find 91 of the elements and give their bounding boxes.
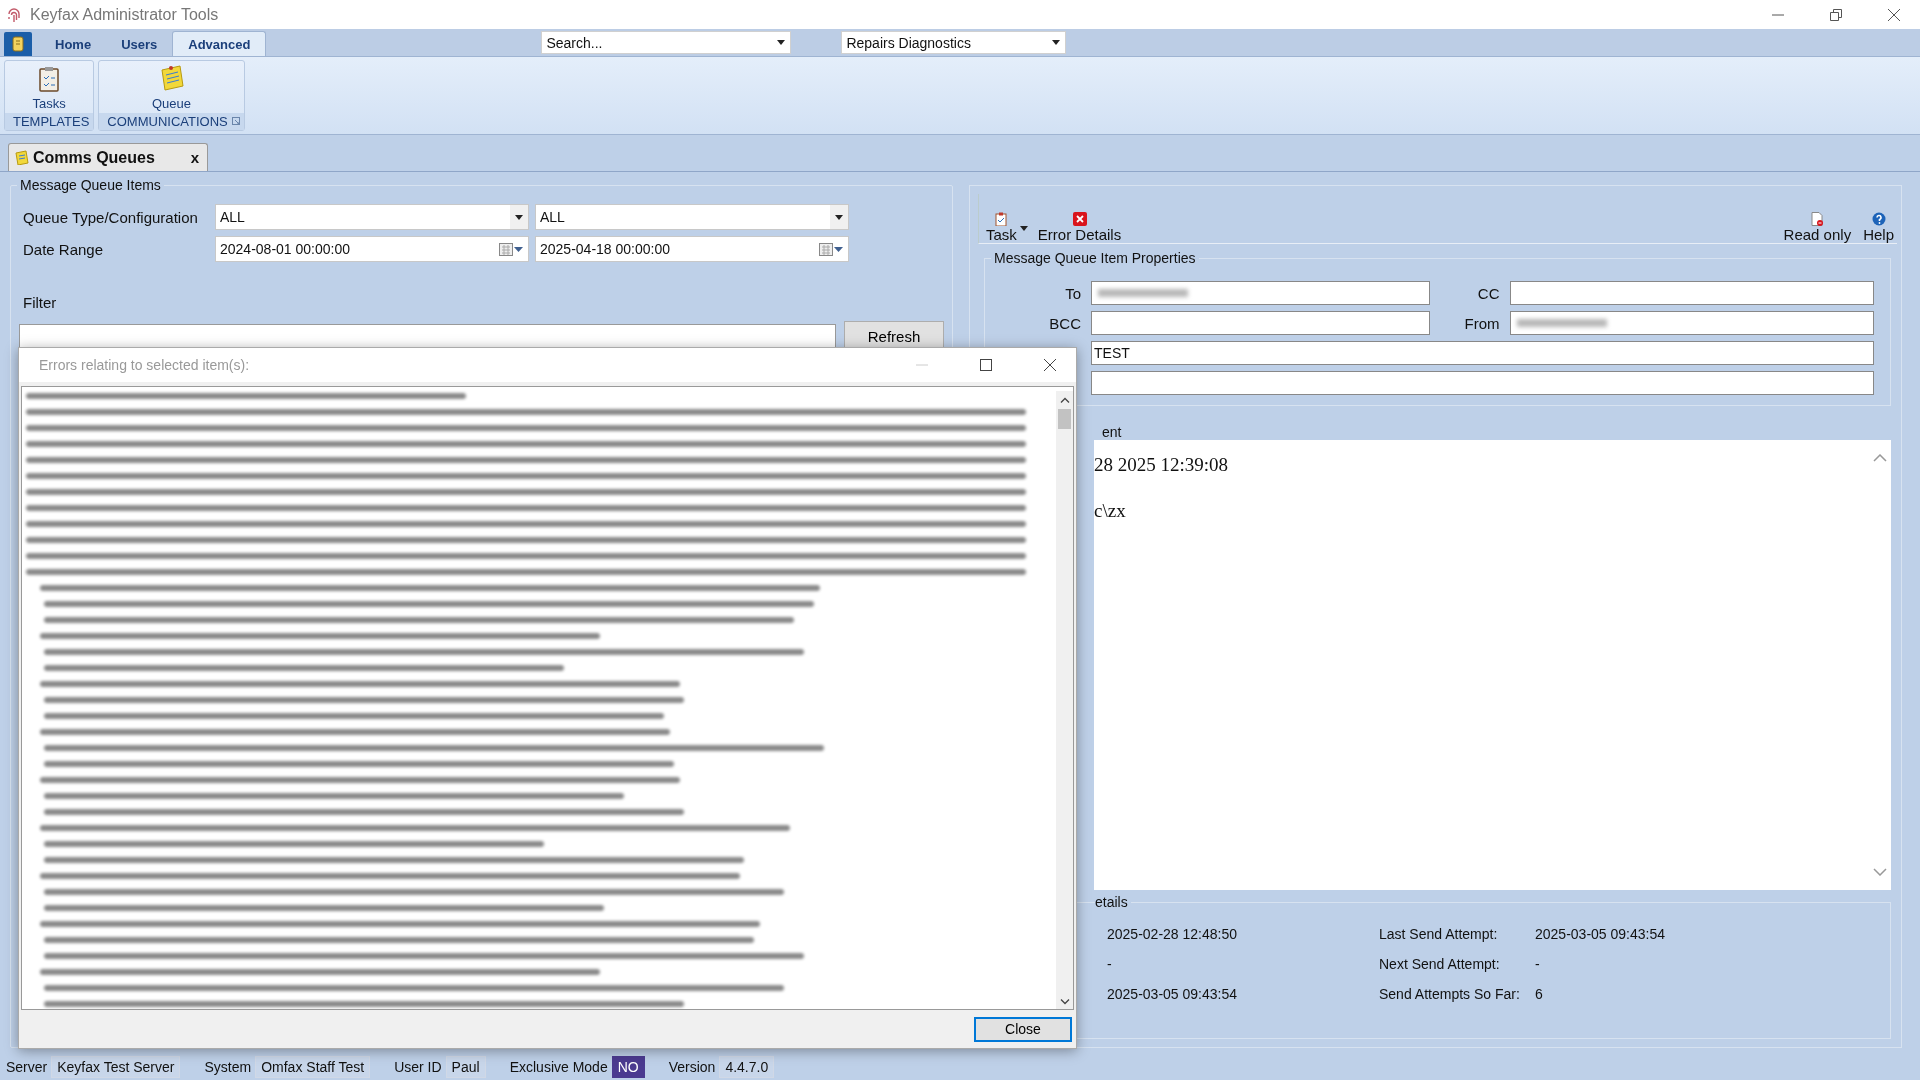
view-dropdown[interactable]: Repairs Diagnostics [841,31,1067,54]
status-label: User ID [394,1059,442,1075]
readonly-button[interactable]: Read only [1780,212,1855,243]
ribbon-tab[interactable]: Users [106,32,173,56]
group-title: ent [1102,424,1122,440]
error-button[interactable]: Error Details [1034,212,1125,243]
help-icon [1871,212,1886,226]
field-label: To [1064,284,1082,302]
calendar-icon [499,242,513,256]
text-field[interactable] [1091,311,1430,335]
text-field[interactable] [1091,281,1430,305]
status-label: Version [668,1059,716,1075]
group-title: etails [1095,894,1131,910]
caret-icon[interactable] [835,214,843,220]
status-value: 4.4.7.0 [719,1056,775,1078]
caret-icon[interactable] [1019,226,1028,231]
group-label: COMMUNICATIONS [107,113,228,129]
status-label: Exclusive Mode [509,1059,608,1075]
status-label: Server [6,1059,48,1075]
maximize-icon[interactable] [980,359,992,371]
dialog-title: Errors relating to selected item(s): [39,357,250,373]
group-label: TEMPLATES [13,113,90,129]
field-value: - [1107,956,1113,972]
clipboard-icon [37,66,62,92]
field-label: BCC [1048,314,1082,332]
dialog-launcher-icon[interactable] [231,117,240,125]
status-value: Omfax Staff Test [255,1056,371,1078]
field-value: 2025-03-05 09:43:54 [1535,926,1665,942]
field-value: 2025-03-05 09:43:54 [1107,986,1238,1002]
date-picker[interactable]: 2025-04-18 00:00:00 [535,236,849,262]
text-field[interactable] [1091,371,1874,395]
field-label: Send Attempts So Far: [1379,986,1521,1002]
field-label: CC [1476,284,1501,302]
scroll-down-icon[interactable] [1059,999,1070,1005]
field-label: From [1463,314,1501,332]
close-icon[interactable] [1044,359,1056,371]
close-button[interactable]: x [190,149,199,166]
help-button[interactable]: Help [1860,212,1897,243]
text-field[interactable] [1509,281,1874,305]
filter-field[interactable] [19,324,837,348]
caret-icon[interactable] [834,246,843,252]
caret-icon[interactable] [515,214,523,220]
document-icon [1810,212,1825,226]
calendar-icon [819,242,833,256]
caret-icon[interactable] [777,40,786,45]
task-button[interactable]: Task [983,212,1029,243]
status-value: NO [611,1056,645,1078]
sticky-note-icon [158,64,185,92]
status-value: Paul [445,1056,486,1078]
scroll-up-icon[interactable] [1059,397,1070,403]
ribbon-tab[interactable]: Home [40,32,107,56]
scrollbar[interactable] [1056,391,1073,1009]
text-field[interactable]: TEST [1091,341,1874,365]
date-picker[interactable]: 2024-08-01 00:00:00 [215,236,529,262]
queue-type-dropdown[interactable]: ALL [535,204,849,230]
body-text: 28 2025 12:39:08 [1094,454,1230,476]
sticky-note-icon [15,150,29,165]
window-title: Keyfax Administrator Tools [30,5,219,24]
field-value: - [1535,956,1540,972]
tasks-button[interactable]: Tasks [26,61,72,113]
body-text: c\zx [1094,500,1127,522]
field-value: 2025-02-28 12:48:50 [1107,926,1238,942]
ribbon-tab[interactable]: Advanced [172,31,267,56]
fingerprint-icon [6,5,22,24]
scroll-up-icon[interactable] [1873,454,1887,462]
field-label: Date Range [23,240,105,258]
queue-type-dropdown[interactable]: ALL [215,204,529,230]
field-label: Last Send Attempt: [1379,926,1499,942]
caret-icon[interactable] [1052,40,1061,45]
application-menu-button[interactable] [4,32,32,56]
field-label: Next Send Attempt: [1379,956,1501,972]
scroll-down-icon[interactable] [1873,868,1887,876]
search-field[interactable]: Search... [542,34,773,51]
status-label: System [204,1059,252,1075]
close-button[interactable]: Close [974,1016,1072,1042]
scroll-thumb[interactable] [1058,409,1071,429]
text-field[interactable] [1509,311,1874,335]
group-title: Message Queue Item Properties [991,250,1199,266]
document-tab[interactable]: Comms Queues x [8,143,208,171]
field-label: Filter [23,294,58,311]
clipboard-icon [994,212,1009,226]
group-title: Message Queue Items [17,177,164,193]
restore-icon[interactable] [1830,8,1842,21]
queue-button[interactable]: Queue [146,61,198,113]
status-value: Keyfax Test Server [51,1056,181,1078]
error-icon [1072,212,1087,226]
field-label: Queue Type/Configuration [23,208,199,226]
close-icon[interactable] [1888,8,1900,21]
caret-icon[interactable] [514,246,523,252]
field-value: 6 [1535,986,1543,1002]
search-box[interactable]: Search... [541,31,792,54]
